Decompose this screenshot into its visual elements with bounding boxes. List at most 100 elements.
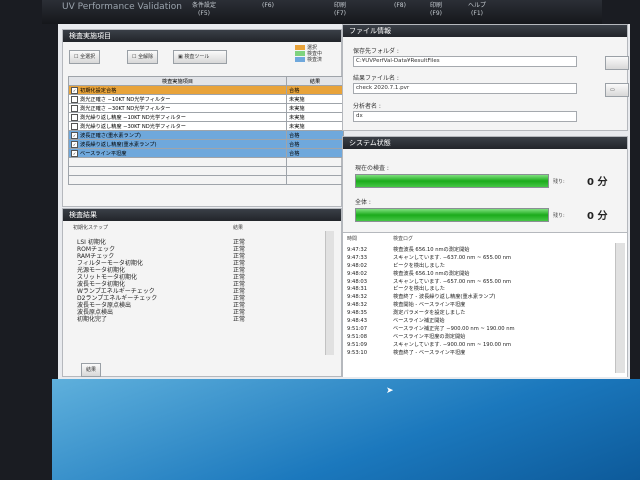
item-checkbox[interactable]: ✓ [71,131,78,139]
log-row: 9:48:43 ベースライン補正開始 [347,318,445,325]
status-legend: 選択 検査中 検査済 [295,45,322,63]
result-file-field[interactable]: check 2020.7.1.pvr [353,83,577,94]
file-info-panel: ファイル情報 保存先フォルダ : C:¥UVPerfVal-Data¥Resul… [342,24,629,131]
toolbar-button-0[interactable]: 条件設定 (F5) [192,2,216,18]
legend-swatch [295,57,305,62]
legend-item: 検査済 [295,57,322,63]
current-remaining-time: 0 分 [587,177,608,188]
inspection-item-row[interactable]: 測光繰り返し精度 −10KT ND光学フィルター 未実施 [68,112,344,122]
desktop-background [52,379,640,480]
legend-swatch [295,45,305,50]
log-row: 9:48:03 スキャンしています. −657.00 nm ~ 655.00 nm [347,278,512,285]
app-title: UV Performance Validation [62,2,182,12]
toolbar-button-3[interactable]: (F8) [394,2,406,10]
results-scrollbar[interactable] [325,231,334,355]
log-row: 9:48:02 検査波長 656.10 nmの測定開始 [347,270,470,277]
inspection-results-title: 検査結果 [63,209,341,221]
toolbar-button-1[interactable]: (F6) [262,2,274,10]
inspection-items-table: 検査実施項目 結果 ✓ 初期化設定合格 合格 測光正確さ −10KT ND光学フィルタ… [68,76,344,185]
log-row: 9:53:10 検査終了 - ベースライン平坦度 [347,349,466,356]
log-row: 9:51:07 ベースライン補正完了 −900.00 nm ~ 190.00 nm [347,325,515,332]
total-remaining-time: 0 分 [587,211,608,222]
inspection-item-row[interactable]: ✓ 波長正確さ(重水素ランプ) 合格 [68,130,344,140]
results-list: LSI 初期化 正常 ROMチェック 正常 RAMチェック 正常 フィルターモータ初期化 正常… [77,239,257,323]
log-list: 9:47:32 検査波長 656.10 nmの測定開始 9:47:33 スキャンしてい… [347,247,611,357]
inspection-item-row[interactable]: ✓ ベースライン平坦度 合格 [68,148,344,158]
results-header-result: 結果 [233,225,244,231]
deselect-all-button[interactable]: ☐ 全解除 [127,50,159,64]
log-row: 9:48:32 検査終了 - 波長繰り返し精度(重水素ランプ) [347,294,496,301]
toolbar-button-5[interactable]: ヘルプ (F1) [468,2,486,18]
item-checkbox[interactable]: ✓ [71,140,78,148]
results-header-step: 初期化ステップ [73,225,109,231]
log-row: 9:47:32 検査波長 656.10 nmの測定開始 [347,247,470,253]
inspection-item-row[interactable]: 測光正確さ −30KT ND光学フィルター 未実施 [68,103,344,113]
system-status-panel: システム状態 現在の検査 : 残り: 0 分 全体 : 残り: 0 分 時間 検… [342,136,628,377]
result-row: Wランプエネルギーチェック 正常 [77,288,246,295]
result-row: 初期化完了 正常 [77,316,246,323]
item-checkbox[interactable]: ✓ [71,86,78,94]
analyst-label: 分析者名 : [353,103,381,110]
log-row: 9:51:09 スキャンしています. −900.00 nm ~ 190.00 nm [347,341,512,348]
items-header-result: 結果 [286,76,344,86]
log-row: 9:48:35 測定パラメータを設定しました [347,310,466,317]
result-row: 光源モータ初期化 正常 [77,267,246,274]
mouse-cursor-icon: ➤ [386,386,394,396]
legend-swatch [295,51,305,56]
app-window: 検査実施項目 ☐ 全選択 ☐ 全解除 ▣ 検査ツール 選択 検査中 検査済 検査実施… [58,24,630,379]
result-row: 波長モータ初期化 正常 [77,281,246,288]
empty-row [68,166,344,176]
log-scrollbar[interactable] [615,243,625,373]
log-row: 9:48:02 ピークを検出しました [347,262,445,269]
item-checkbox[interactable] [71,104,78,112]
empty-row [68,157,344,167]
result-row: LSI 初期化 正常 [77,239,246,246]
system-status-title: システム状態 [343,137,627,149]
items-header-item: 検査実施項目 [68,76,287,86]
current-inspection-label: 現在の検査 : [355,165,389,172]
result-row: 波長原点検出 正常 [77,309,246,316]
log-header-time: 時間 [347,236,358,242]
save-folder-label: 保存先フォルダ : [353,48,399,55]
toolbar-button-2[interactable]: 印刷 (F7) [334,2,346,18]
inspection-items-panel: 検査実施項目 ☐ 全選択 ☐ 全解除 ▣ 検査ツール 選択 検査中 検査済 検査実施… [62,29,344,207]
inspection-items-title: 検査実施項目 [63,30,341,42]
result-row: ROMチェック 正常 [77,246,246,253]
result-row: RAMチェック 正常 [77,253,246,260]
tab-result[interactable]: 結果 [81,363,102,377]
result-row: 波長モータ原点検出 正常 [77,302,246,309]
inspection-item-row[interactable]: 測光繰り返し精度 −30KT ND光学フィルター 未実施 [68,121,344,131]
inspection-tool-button[interactable]: ▣ 検査ツール [173,50,227,64]
title-bar: UV Performance Validation 条件設定 (F5) (F6) 印刷… [42,0,602,24]
browse-folder-button[interactable] [605,56,629,70]
log-area: 時間 検査ログ 9:47:32 検査波長 656.10 nmの測定開始 9:47:3… [343,232,627,377]
item-checkbox[interactable] [71,122,78,130]
select-all-button[interactable]: ☐ 全選択 [69,50,101,64]
total-label: 全体 : [355,199,371,206]
item-checkbox[interactable] [71,95,78,103]
current-remaining-label: 残り: [553,179,565,185]
item-checkbox[interactable] [71,113,78,121]
analyst-field[interactable]: dx [353,111,577,122]
empty-row [68,175,344,185]
toolbar-button-4[interactable]: 印刷 (F9) [430,2,442,18]
file-info-title: ファイル情報 [343,25,627,37]
inspection-item-row[interactable]: ✓ 初期化設定合格 合格 [68,85,344,95]
inspection-item-row[interactable]: 測光正確さ −10KT ND光学フィルター 未実施 [68,94,344,104]
inspection-results-panel: 検査結果 初期化ステップ 結果 LSI 初期化 正常 ROMチェック 正常 RAMチェッ… [62,208,342,377]
total-progress-bar [355,208,549,222]
result-row: D2ランプエネルギーチェック 正常 [77,295,246,302]
log-header-msg: 検査ログ [393,236,414,242]
log-row: 9:48:32 検査開始 - ベースライン平坦度 [347,302,466,309]
result-file-label: 結果ファイル名 : [353,75,399,82]
open-file-icon[interactable]: ▭ [605,83,629,97]
result-row: フィルターモータ初期化 正常 [77,260,246,267]
inspection-item-row[interactable]: ✓ 波長繰り返し精度(重水素ランプ) 合格 [68,139,344,149]
save-folder-field[interactable]: C:¥UVPerfVal-Data¥ResultFiles [353,56,577,67]
log-row: 9:47:33 スキャンしています. −637.00 nm ~ 655.00 nm [347,254,512,261]
result-row: スリットモータ初期化 正常 [77,274,246,281]
item-checkbox[interactable]: ✓ [71,149,78,157]
total-remaining-label: 残り: [553,213,565,219]
log-row: 9:51:08 ベースライン平坦度の測定開始 [347,333,466,340]
current-progress-bar [355,174,549,188]
